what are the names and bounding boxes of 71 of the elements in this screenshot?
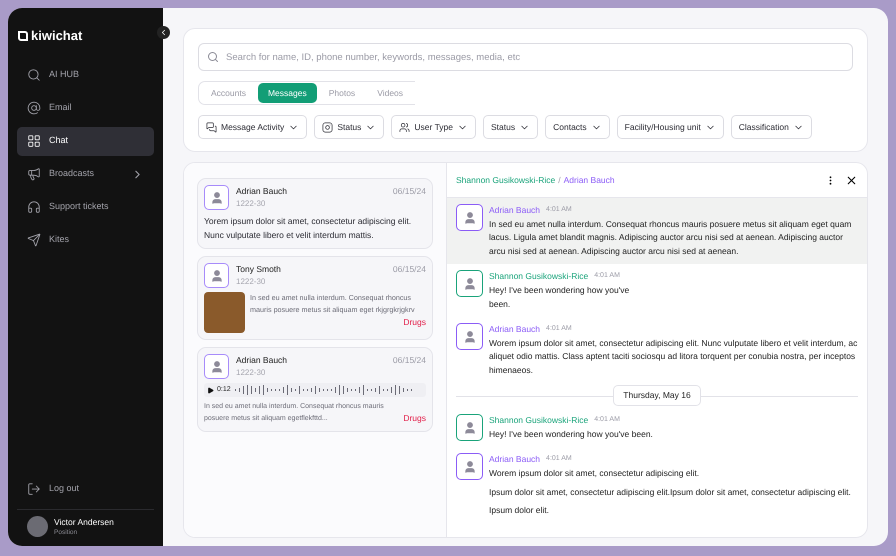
chevron-icon	[159, 28, 168, 37]
avatar-icon	[456, 453, 483, 480]
brand-logo: kiwichat	[17, 26, 154, 46]
avatar-icon	[456, 323, 483, 350]
sender-name: Adrian Bauch	[489, 204, 540, 217]
category-tag: Drugs	[403, 412, 426, 425]
sender-name: Shannon Gusikowski-Rice	[489, 414, 588, 427]
logout-button[interactable]: Log out	[17, 474, 154, 504]
message-date: 06/15/24	[392, 185, 426, 198]
conversation-card[interactable]: Adrian Bauch 06/15/24 1222-30 Yorem ipsum dolor sit amet, consectetur adipiscing elit. Nunc vulputate libero et velit interdum mattis.	[197, 178, 433, 249]
nav-item[interactable]: Broadcasts	[17, 160, 154, 188]
contact-name: Tony Smoth	[236, 263, 281, 276]
nav-icon	[27, 200, 41, 214]
user-avatar	[27, 516, 48, 538]
nav-icon	[27, 134, 41, 148]
nav-item[interactable]: Chat	[17, 126, 154, 156]
sender-name: Shannon Gusikowski-Rice	[489, 270, 588, 283]
message-date: 06/15/24	[392, 263, 426, 276]
filter-dropdown[interactable]: Status	[483, 115, 538, 139]
contact-id: 1222-30	[236, 198, 266, 210]
search-icon	[207, 51, 219, 63]
play-icon	[207, 386, 214, 394]
message-text: Ipsum dolor elit.	[489, 504, 550, 517]
filter-dropdown[interactable]: Message Activity	[198, 115, 308, 139]
participant-name: Adrian Bauch	[564, 174, 615, 186]
nav-icon	[27, 167, 41, 181]
nav-item[interactable]: AI HUB	[17, 60, 154, 90]
nav-icon	[27, 68, 41, 82]
nav-icon	[27, 233, 41, 247]
nav-item[interactable]: Email	[17, 94, 154, 122]
contact-id: 1222-30	[236, 276, 266, 288]
nav-item[interactable]: Kites	[17, 226, 154, 254]
avatar-icon	[456, 414, 483, 441]
nav-icon	[27, 101, 41, 115]
filter-dropdown[interactable]: Classification	[730, 115, 812, 139]
filter-dropdown[interactable]: Status	[314, 115, 384, 139]
avatar-icon	[204, 354, 229, 379]
message-text: Ipsum dolor sit amet, consectetur adipiscing elit.Ipsum dolor sit amet, consectetur adipiscing elit.	[489, 486, 852, 499]
user-name: Victor Andersen	[54, 516, 114, 528]
avatar-icon	[456, 204, 483, 231]
search-field[interactable]: Search for name, ID, phone number, keywords, messages, media, etc	[198, 43, 853, 71]
filter-icon	[322, 122, 334, 132]
contact-id: 1222-30	[236, 366, 266, 379]
message-text: Worem ipsum dolor sit amet, consectetur adipiscing elit. Nunc vulputate libero et velit interdum, ac aliquet odio mattis. Class aptent taciti sociosqu ad litora torquent per conubia nostra, per inceptos himenaeos.	[489, 336, 858, 377]
photo-placeholder	[204, 292, 245, 333]
avatar-icon	[204, 263, 229, 288]
logout-icon	[27, 482, 41, 496]
contact-name: Adrian Bauch	[236, 185, 288, 198]
category-tag: Drugs	[403, 316, 426, 329]
filter-icon	[399, 122, 410, 132]
nav-item[interactable]: Support tickets	[17, 192, 154, 222]
avatar-icon	[456, 270, 483, 298]
sender-name: Adrian Bauch	[489, 453, 540, 466]
filter-dropdown[interactable]: Contacts	[545, 115, 610, 139]
message-text: Worem ipsum dolor sit amet, consectetur adipiscing elit.	[489, 467, 700, 480]
logo-icon	[18, 30, 28, 41]
message-text: In sed eu amet nulla interdum. Consequat rhoncus mauris posuere metus sit aliquam eget quam lacus. Ligula amet blandit magnis. Adipiscing auctor arcu nisi sed at aenean. Adipiscing auctor arcu nisi sed at aenean. Adipiscing auctor arcu nisi sed at aenean.	[489, 218, 852, 258]
participant-name: Shannon Gusikowski-Rice	[456, 174, 556, 186]
avatar-icon	[204, 185, 229, 210]
message-text: Hey! I've been wondering how you've been.	[489, 428, 654, 441]
filter-dropdown[interactable]: Facility/Housing unit	[616, 115, 724, 139]
message-preview: Yorem ipsum dolor sit amet, consectetur adipiscing elit. Nunc vulputate libero et velit interdum mattis.	[204, 215, 412, 242]
filter-dropdown[interactable]: User Type	[391, 115, 476, 139]
collapse-button[interactable]	[157, 26, 170, 39]
sender-name: Adrian Bauch	[489, 323, 540, 336]
filter-icon	[206, 122, 217, 132]
contact-name: Adrian Bauch	[236, 354, 288, 367]
message-date: 06/15/24	[392, 354, 426, 367]
name-separator: /	[558, 174, 561, 186]
message-text: Hey! I've been wondering how you've been.	[489, 284, 630, 310]
close-icon[interactable]	[845, 174, 858, 186]
